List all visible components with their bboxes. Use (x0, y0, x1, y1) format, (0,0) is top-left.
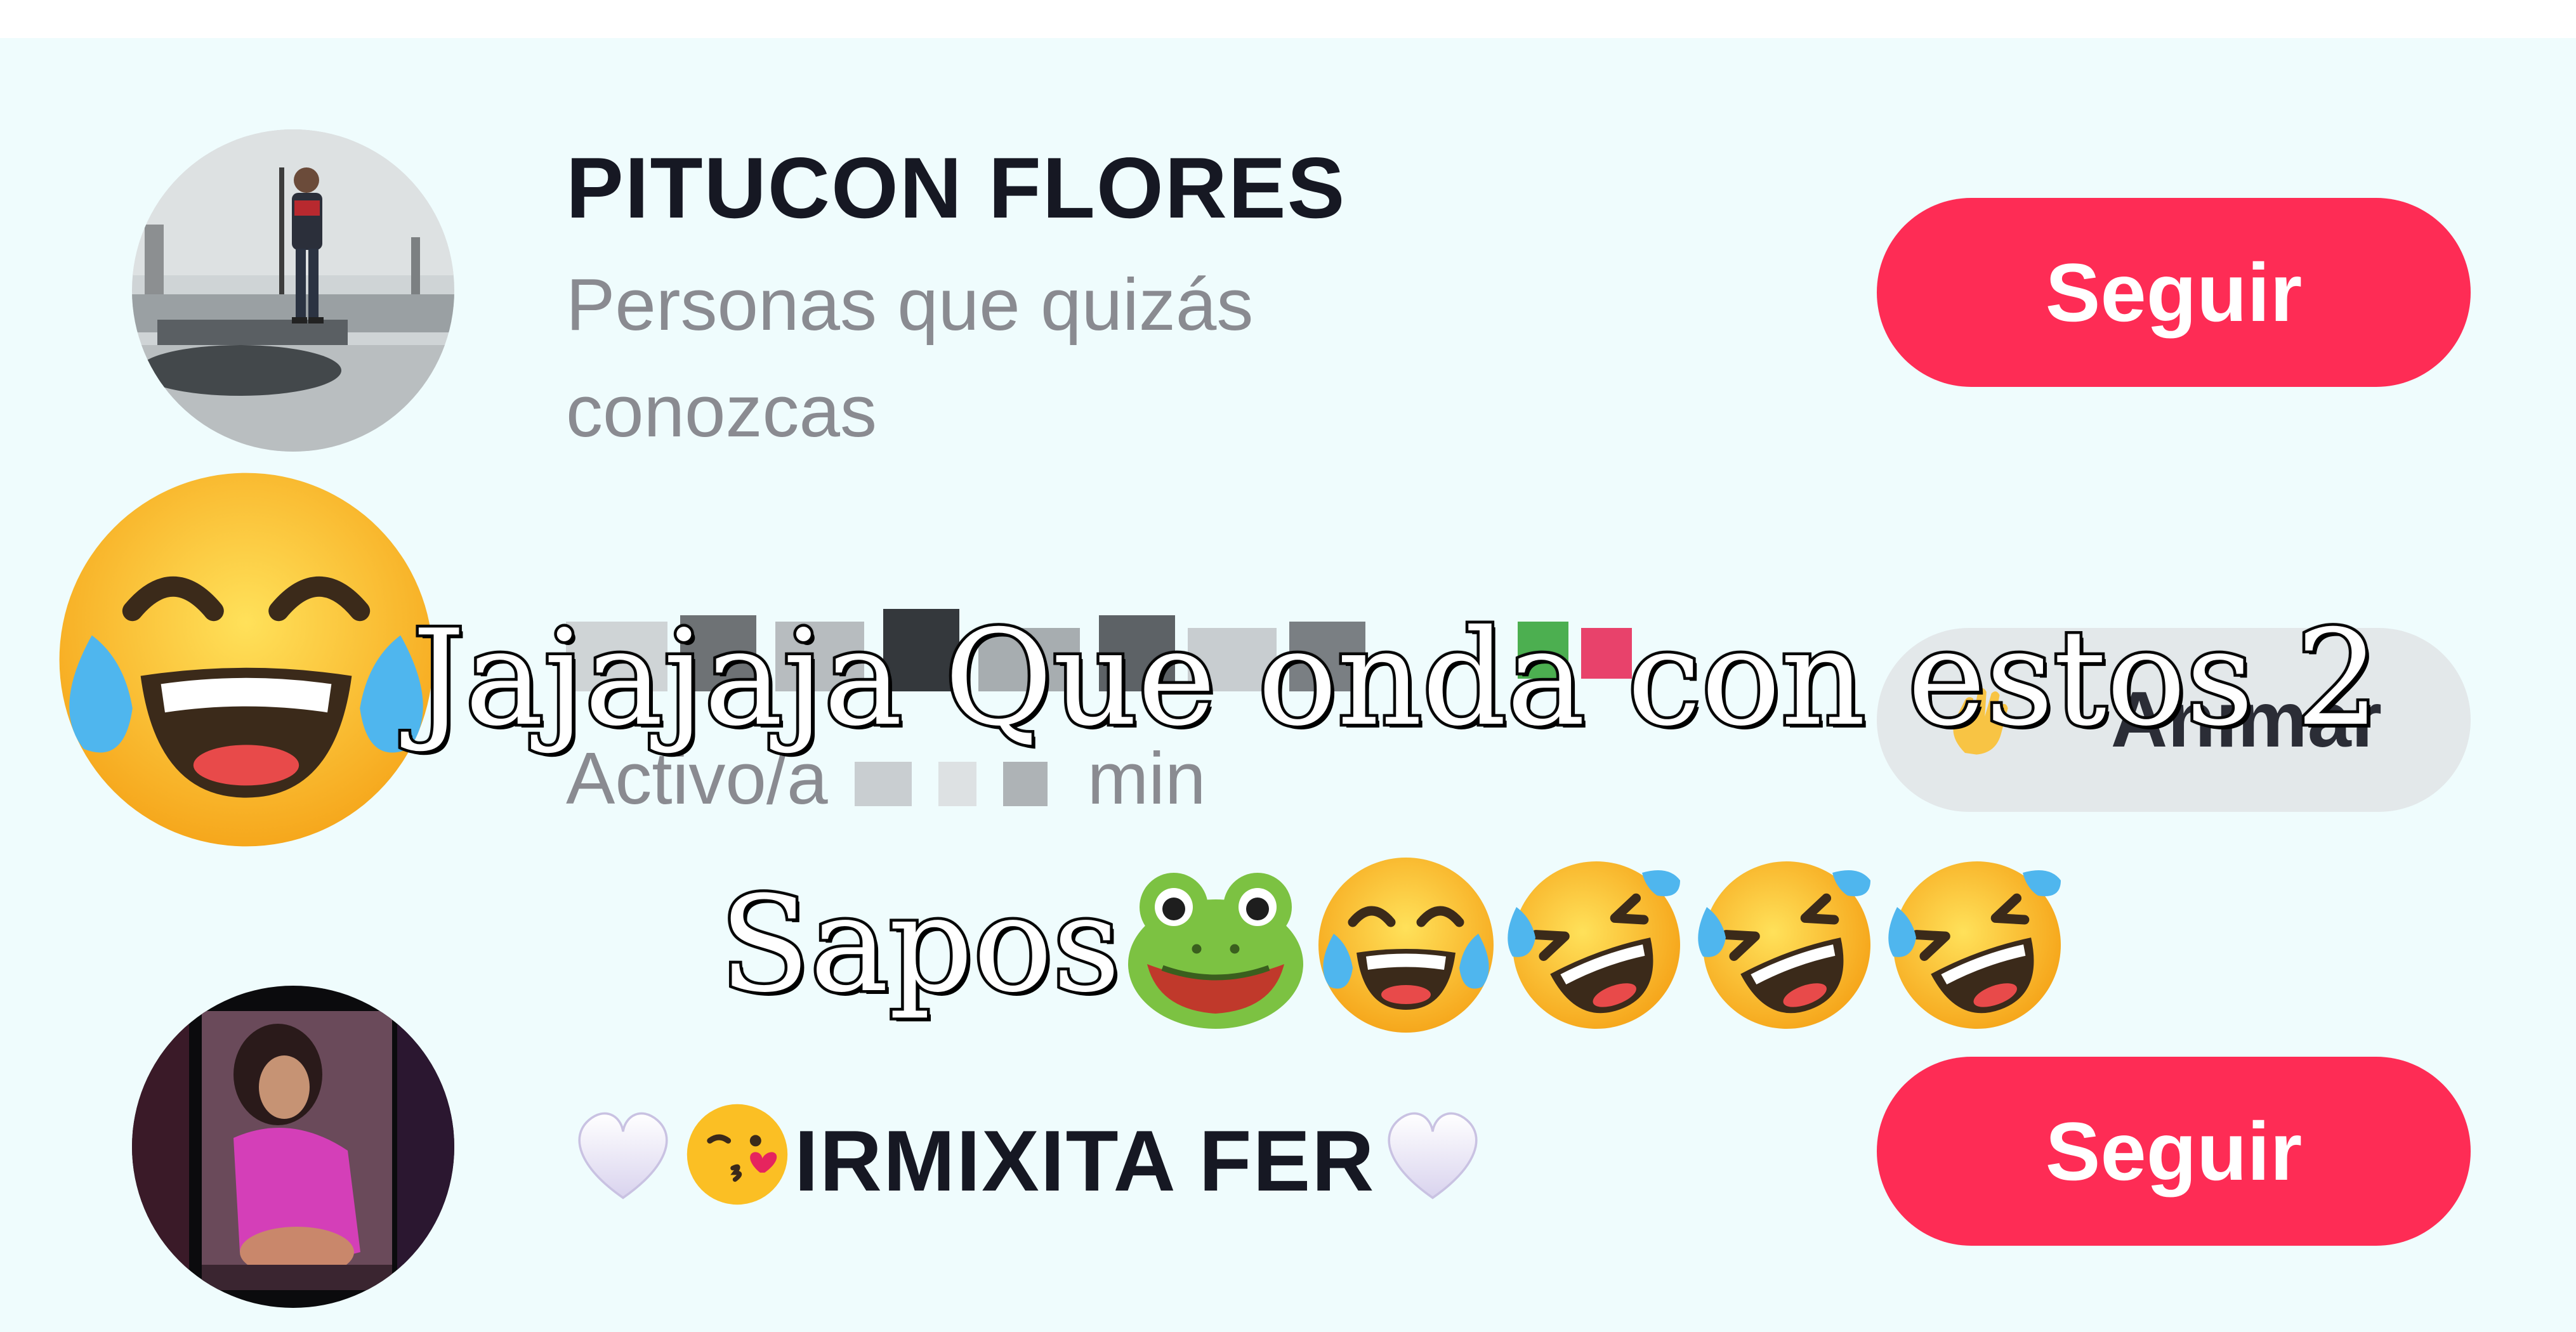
username[interactable]: PITUCON FLORES (566, 138, 1346, 237)
last-active-status: Activo/a min (566, 737, 1206, 819)
tears-of-joy-sticker-icon (37, 457, 456, 863)
username[interactable]: IRMIXITA FER (566, 1110, 1490, 1211)
animate-button[interactable]: Animar (1877, 628, 2471, 812)
avatar[interactable] (132, 129, 454, 452)
avatar[interactable] (132, 986, 454, 1308)
screen: PITUCON FLORES Personas que quizás conoz… (0, 0, 2576, 1332)
white-heart-icon (566, 1097, 680, 1211)
follow-button[interactable]: Seguir (1877, 1057, 2471, 1246)
suggestion-row[interactable]: PITUCON FLORES Personas que quizás conoz… (0, 127, 2576, 457)
follow-button[interactable]: Seguir (1877, 198, 2471, 387)
waving-hand-icon (1940, 672, 2023, 767)
suggestion-reason: Personas que quizás conozcas (566, 263, 1254, 452)
suggestion-row[interactable]: IRMIXITA FER Seguir (0, 983, 2576, 1326)
kissing-face-icon (680, 1097, 794, 1211)
white-heart-icon (1376, 1097, 1490, 1211)
username-censored (566, 609, 1708, 704)
